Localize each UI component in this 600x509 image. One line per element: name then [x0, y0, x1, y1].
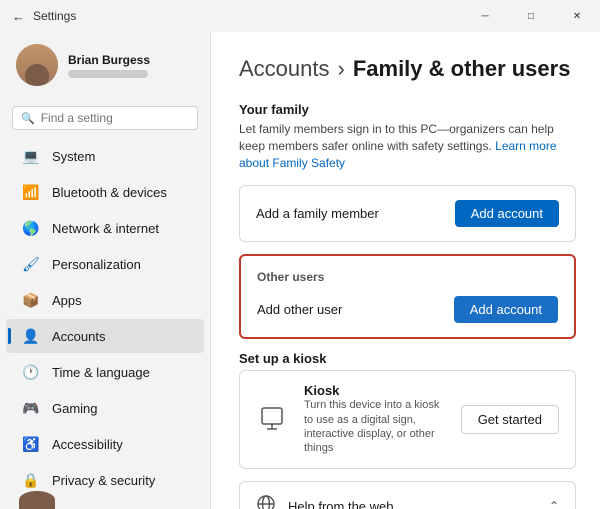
- nav-time-label: Time & language: [52, 365, 150, 380]
- family-desc: Let family members sign in to this PC—or…: [239, 121, 576, 171]
- nav-system-label: System: [52, 149, 95, 164]
- titlebar: ← Settings ─ □ ✕: [0, 0, 600, 32]
- add-family-card: Add a family member Add account: [239, 185, 576, 242]
- search-box[interactable]: 🔍: [12, 106, 198, 130]
- close-button[interactable]: ✕: [554, 0, 600, 32]
- nav-accessibility-label: Accessibility: [52, 437, 123, 452]
- kiosk-desc: Turn this device into a kiosk to use as …: [304, 398, 445, 455]
- maximize-button[interactable]: □: [508, 0, 554, 32]
- user-email-blurred: [68, 70, 148, 78]
- nav-accessibility[interactable]: ♿ Accessibility: [6, 427, 204, 461]
- nav-privacy-label: Privacy & security: [52, 473, 155, 488]
- bluetooth-icon: 📶: [22, 183, 40, 201]
- minimize-button[interactable]: ─: [462, 0, 508, 32]
- titlebar-left: ← Settings: [12, 9, 76, 24]
- time-icon: 🕐: [22, 363, 40, 381]
- kiosk-info: Kiosk Turn this device into a kiosk to u…: [304, 383, 445, 455]
- privacy-icon: 🔒: [22, 471, 40, 489]
- nav-system[interactable]: 💻 System: [6, 139, 204, 173]
- breadcrumb: Accounts: [239, 56, 330, 82]
- family-section: Your family Let family members sign in t…: [239, 102, 576, 242]
- family-title: Your family: [239, 102, 576, 117]
- add-family-button[interactable]: Add account: [455, 200, 559, 227]
- nav-personalization-label: Personalization: [52, 257, 141, 272]
- search-icon: 🔍: [21, 112, 35, 125]
- accessibility-icon: ♿: [22, 435, 40, 453]
- sidebar: Brian Burgess 🔍 💻 System 📶 Bluetooth & d…: [0, 32, 210, 509]
- kiosk-section-title: Set up a kiosk: [239, 351, 576, 366]
- other-users-title: Other users: [257, 270, 558, 284]
- accounts-icon: 👤: [22, 327, 40, 345]
- network-icon: 🌎: [22, 219, 40, 237]
- help-section: Help from the web ⌃ Creating a local use…: [239, 481, 576, 509]
- titlebar-controls: ─ □ ✕: [462, 0, 600, 32]
- breadcrumb-separator: ›: [338, 56, 345, 82]
- nav-accounts[interactable]: 👤 Accounts: [6, 319, 204, 353]
- page-header: Accounts › Family & other users: [239, 56, 576, 82]
- nav-apps-label: Apps: [52, 293, 82, 308]
- avatar: [16, 44, 58, 86]
- user-info: Brian Burgess: [68, 53, 150, 78]
- add-other-user-button[interactable]: Add account: [454, 296, 558, 323]
- help-chevron-icon: ⌃: [549, 499, 559, 509]
- app-container: Brian Burgess 🔍 💻 System 📶 Bluetooth & d…: [0, 32, 600, 509]
- help-globe-icon: [256, 494, 276, 509]
- nav-gaming-label: Gaming: [52, 401, 98, 416]
- kiosk-card: Kiosk Turn this device into a kiosk to u…: [239, 370, 576, 468]
- page-title: Family & other users: [353, 56, 571, 82]
- nav-personalization[interactable]: 🖌 Personalization: [6, 247, 204, 281]
- content-area: Accounts › Family & other users Your fam…: [210, 32, 600, 509]
- titlebar-title: Settings: [33, 9, 76, 23]
- nav-gaming[interactable]: 🎮 Gaming: [6, 391, 204, 425]
- other-users-section: Other users Add other user Add account: [239, 254, 576, 339]
- nav-bluetooth[interactable]: 📶 Bluetooth & devices: [6, 175, 204, 209]
- apps-icon: 📦: [22, 291, 40, 309]
- personalization-icon: 🖌: [22, 255, 40, 273]
- gaming-icon: 🎮: [22, 399, 40, 417]
- nav-network-label: Network & internet: [52, 221, 159, 236]
- nav-time[interactable]: 🕐 Time & language: [6, 355, 204, 389]
- search-input[interactable]: [41, 111, 196, 125]
- other-users-row: Add other user Add account: [257, 296, 558, 323]
- kiosk-icon: [256, 403, 288, 435]
- nav-accounts-label: Accounts: [52, 329, 105, 344]
- add-other-user-label: Add other user: [257, 302, 342, 317]
- kiosk-name: Kiosk: [304, 383, 445, 398]
- back-icon[interactable]: ←: [12, 9, 25, 24]
- kiosk-get-started-button[interactable]: Get started: [461, 405, 559, 434]
- system-icon: 💻: [22, 147, 40, 165]
- nav-update[interactable]: ↻ Windows Update: [6, 499, 204, 509]
- user-profile[interactable]: Brian Burgess: [0, 32, 210, 98]
- help-header[interactable]: Help from the web ⌃: [240, 482, 575, 509]
- help-title: Help from the web: [288, 499, 394, 509]
- kiosk-section: Set up a kiosk Kiosk Turn this device in…: [239, 351, 576, 468]
- nav-bluetooth-label: Bluetooth & devices: [52, 185, 167, 200]
- add-family-label: Add a family member: [256, 206, 379, 221]
- nav-privacy[interactable]: 🔒 Privacy & security: [6, 463, 204, 497]
- user-name: Brian Burgess: [68, 53, 150, 67]
- nav-apps[interactable]: 📦 Apps: [6, 283, 204, 317]
- help-header-left: Help from the web: [256, 494, 394, 509]
- nav-network[interactable]: 🌎 Network & internet: [6, 211, 204, 245]
